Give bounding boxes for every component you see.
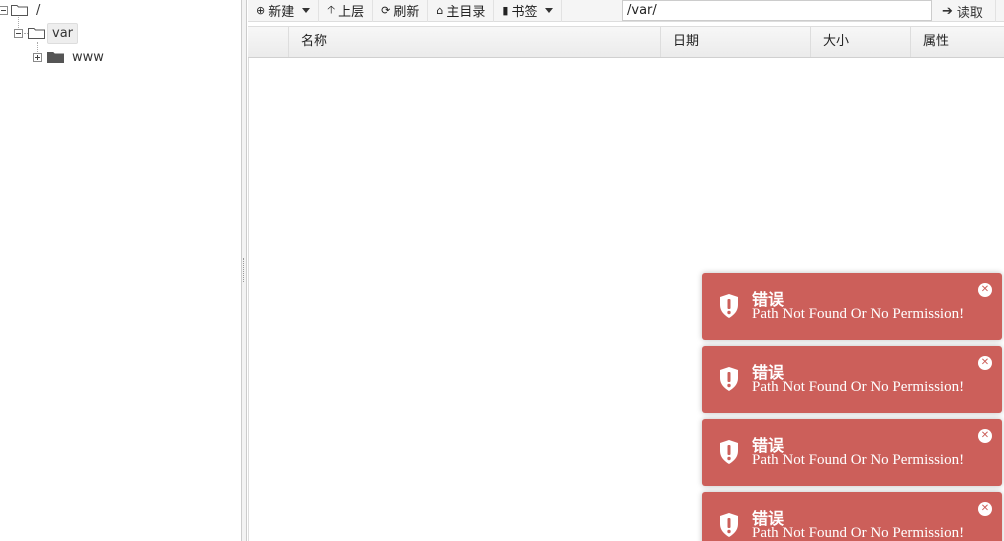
path-input[interactable] (622, 0, 932, 21)
tree-node-root[interactable]: / (0, 0, 44, 20)
home-button[interactable]: ⌂ 主目录 (428, 0, 495, 22)
bookmark-button[interactable]: ▮ 书签 (494, 0, 563, 22)
new-label: 新建 (268, 5, 295, 20)
caret-down-icon[interactable] (545, 8, 554, 13)
column-date[interactable]: 日期 (660, 27, 810, 57)
new-button[interactable]: ⊕ 新建 (248, 0, 320, 22)
shield-alert-icon (718, 366, 740, 396)
plus-circle-icon: ⊕ (256, 4, 266, 17)
toast-message: Path Not Found Or No Permission! (752, 525, 965, 541)
error-toast[interactable]: 错误 Path Not Found Or No Permission! ✕ (702, 273, 1002, 340)
refresh-icon: ⟳ (381, 4, 391, 17)
folder-icon (47, 51, 64, 63)
bookmark-icon: ▮ (502, 4, 509, 17)
expand-icon[interactable] (33, 52, 42, 62)
column-attr[interactable]: 属性 (910, 27, 1004, 57)
tree-node-label[interactable]: www (68, 48, 108, 67)
bookmark-label: 书签 (511, 5, 538, 20)
folder-icon (28, 27, 45, 39)
toolbar: ⊕ 新建 🡡 上层 ⟳ 刷新 ⌂ 主目录 ▮ 书签 ➔ 读取 (248, 0, 1004, 22)
column-checkbox[interactable] (248, 27, 288, 57)
close-icon[interactable]: ✕ (978, 356, 992, 370)
home-label: 主目录 (446, 5, 486, 20)
tree-node-label[interactable]: / (32, 1, 44, 20)
shield-alert-icon (718, 439, 740, 469)
column-name[interactable]: 名称 (288, 27, 660, 57)
collapse-icon[interactable] (14, 28, 23, 38)
error-toast[interactable]: 错误 Path Not Found Or No Permission! ✕ (702, 346, 1002, 413)
caret-down-icon[interactable] (302, 8, 311, 13)
read-button[interactable]: ➔ 读取 (934, 0, 996, 22)
tree-node-label[interactable]: var (47, 22, 79, 44)
refresh-label: 刷新 (393, 5, 420, 20)
up-button[interactable]: 🡡 上层 (319, 0, 374, 22)
panel-splitter[interactable] (241, 0, 247, 541)
toast-message: Path Not Found Or No Permission! (752, 379, 965, 395)
shield-alert-icon (718, 293, 740, 323)
tree-node-var[interactable]: var (14, 22, 79, 44)
file-grid-header: 名称 日期 大小 属性 (248, 26, 1004, 58)
home-icon: ⌂ (436, 4, 444, 17)
read-label: 读取 (956, 5, 983, 21)
error-toast[interactable]: 错误 Path Not Found Or No Permission! ✕ (702, 492, 1002, 541)
collapse-icon[interactable] (0, 5, 8, 15)
tree-node-www[interactable]: www (33, 47, 108, 67)
close-icon[interactable]: ✕ (978, 283, 992, 297)
folder-icon (11, 4, 28, 16)
up-label: 上层 (338, 5, 365, 20)
splitter-grip[interactable] (243, 258, 245, 282)
toast-message: Path Not Found Or No Permission! (752, 452, 965, 468)
arrow-up-icon: 🡡 (327, 3, 336, 16)
close-icon[interactable]: ✕ (978, 502, 992, 516)
directory-tree: / var www (0, 0, 241, 541)
error-toast[interactable]: 错误 Path Not Found Or No Permission! ✕ (702, 419, 1002, 486)
column-size[interactable]: 大小 (810, 27, 910, 57)
shield-alert-icon (718, 512, 740, 541)
arrow-right-icon: ➔ (942, 3, 953, 19)
refresh-button[interactable]: ⟳ 刷新 (373, 0, 429, 22)
toast-message: Path Not Found Or No Permission! (752, 306, 965, 322)
close-icon[interactable]: ✕ (978, 429, 992, 443)
